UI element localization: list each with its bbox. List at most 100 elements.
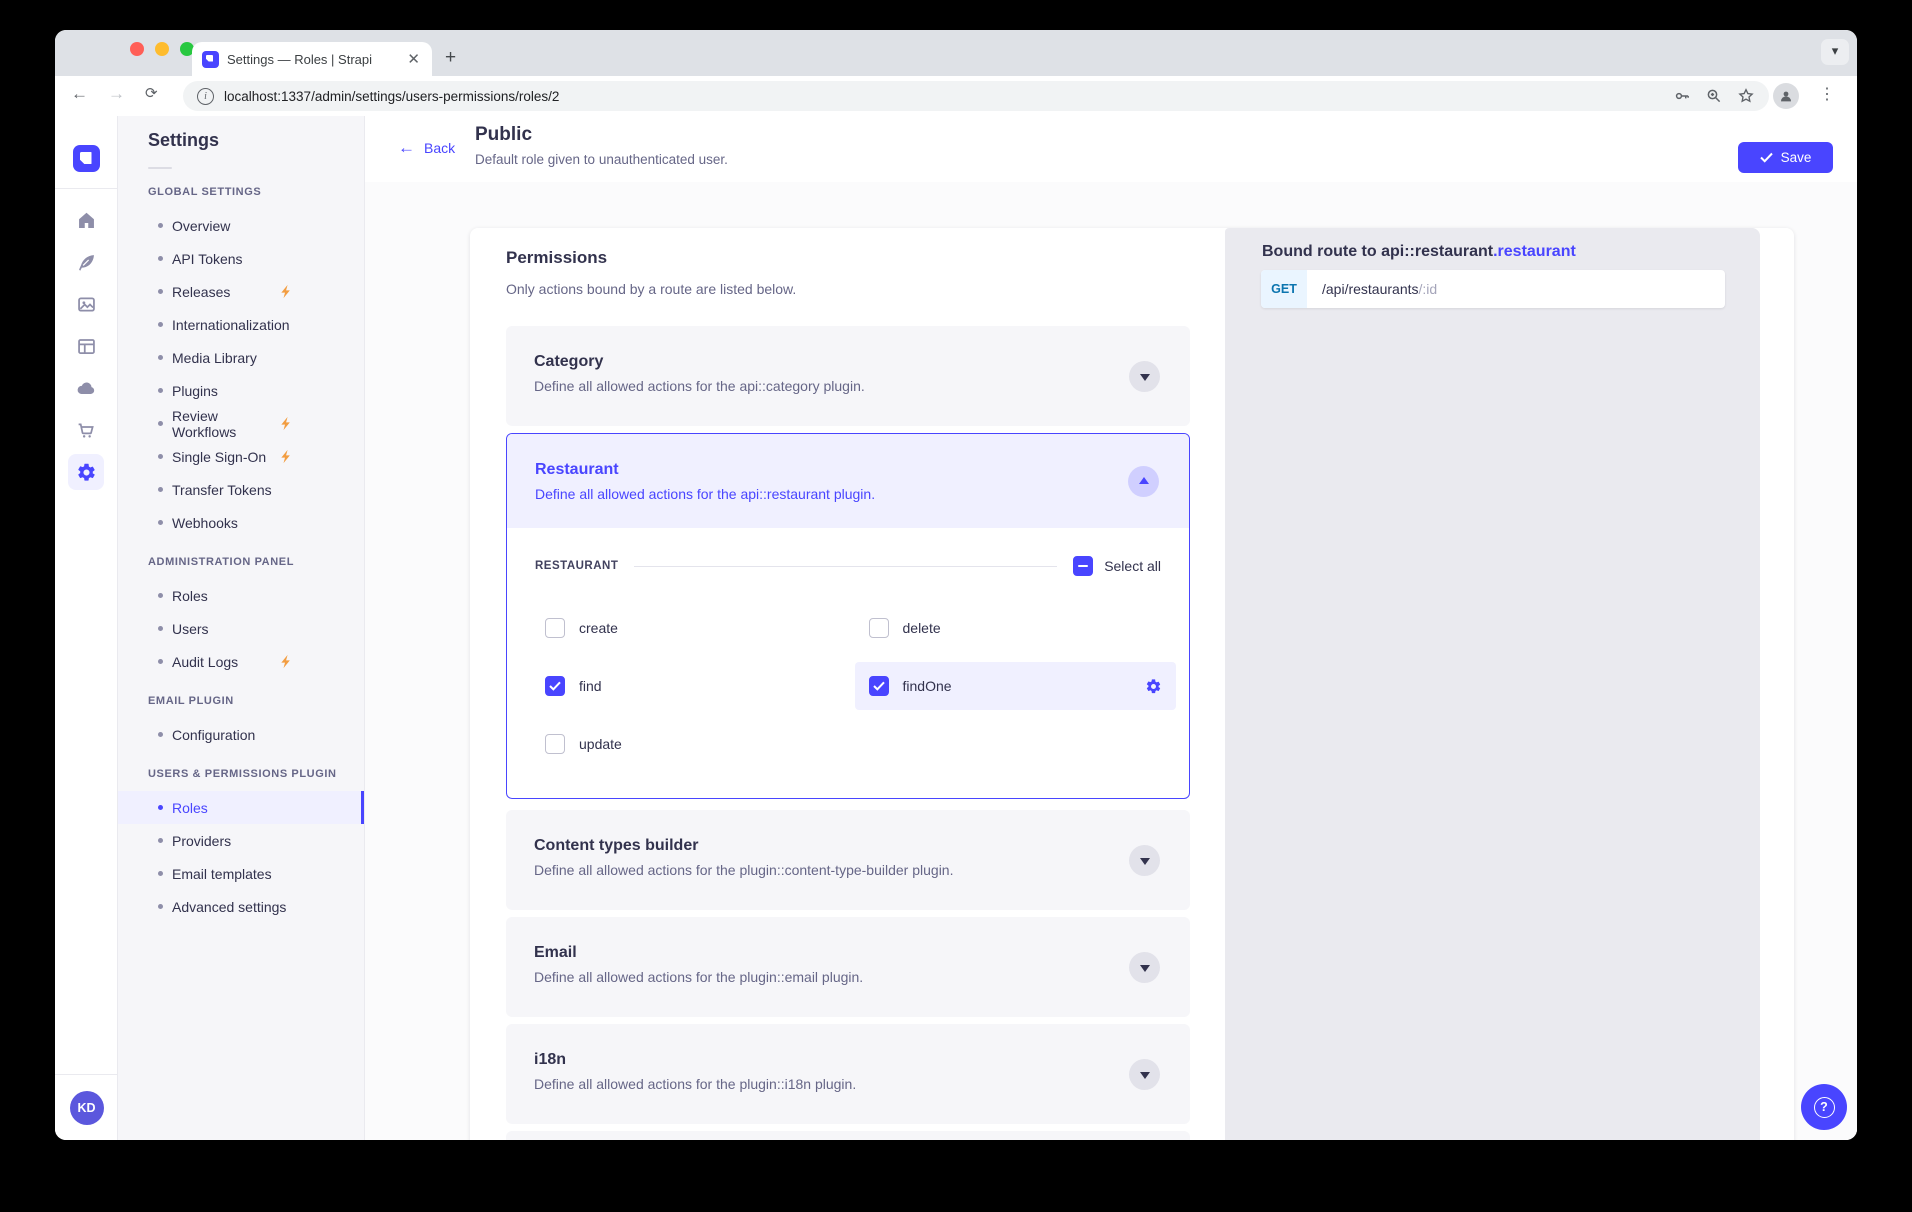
enterprise-bolt-icon (279, 284, 292, 299)
browser-menu-icon[interactable]: ⋮ (1819, 84, 1835, 104)
settings-gear-icon[interactable] (68, 454, 104, 490)
action-label: update (579, 736, 622, 752)
settings-heading: Settings (118, 126, 364, 154)
bullet-icon (158, 732, 163, 737)
sidebar-item-overview[interactable]: Overview (118, 209, 364, 242)
action-find[interactable]: find (531, 662, 853, 710)
sidebar-item-email-templates[interactable]: Email templates (118, 857, 364, 890)
browser-reload-button[interactable]: ⟳ (145, 84, 158, 102)
sidebar-item-single-sign-on[interactable]: Single Sign-On (118, 440, 364, 473)
sidebar-item-releases[interactable]: Releases (118, 275, 364, 308)
sidebar-item-plugins[interactable]: Plugins (118, 374, 364, 407)
marketplace-cart-icon[interactable] (68, 412, 104, 448)
sidebar-item-transfer-tokens[interactable]: Transfer Tokens (118, 473, 364, 506)
bullet-icon (158, 626, 163, 631)
sidebar-item-roles[interactable]: Roles (118, 579, 364, 612)
action-checkbox-findone[interactable] (869, 676, 889, 696)
home-icon[interactable] (68, 202, 104, 238)
screenshot-stage: Settings — Roles | Strapi ✕ + ▾ ← → ⟳ i … (0, 0, 1912, 1212)
action-delete[interactable]: delete (855, 604, 1177, 652)
content-manager-feather-icon[interactable] (68, 244, 104, 280)
strapi-favicon-icon (202, 51, 219, 68)
accordion-body: RESTAURANTSelect allcreatedeletefindfind… (507, 528, 1189, 798)
deploy-cloud-icon[interactable] (68, 370, 104, 406)
accordion-header[interactable]: RestaurantDefine all allowed actions for… (507, 434, 1189, 528)
action-settings-button[interactable] (1145, 678, 1162, 695)
expand-chevron-down-icon[interactable] (1129, 361, 1160, 392)
sidebar-item-internationalization[interactable]: Internationalization (118, 308, 364, 341)
accordion-category[interactable]: CategoryDefine all allowed actions for t… (506, 326, 1190, 426)
settings-heading-divider (148, 167, 172, 169)
action-findone[interactable]: findOne (855, 662, 1177, 710)
action-checkbox-create[interactable] (545, 618, 565, 638)
close-window-button[interactable] (130, 42, 144, 56)
sidebar-item-audit-logs[interactable]: Audit Logs (118, 645, 364, 678)
sidebar-item-label: Media Library (172, 350, 257, 366)
collapse-chevron-up-icon[interactable] (1128, 466, 1159, 497)
rail-bottom: KD (55, 1074, 118, 1140)
sidebar-item-review-workflows[interactable]: Review Workflows (118, 407, 364, 440)
actions-grid: createdeletefindfindOne update (531, 604, 1176, 768)
expand-chevron-down-icon[interactable] (1129, 1059, 1160, 1090)
save-button[interactable]: Save (1738, 142, 1833, 173)
question-mark-icon: ? (1814, 1097, 1835, 1118)
bookmark-star-icon[interactable] (1737, 87, 1755, 105)
sidebar-item-webhooks[interactable]: Webhooks (118, 506, 364, 539)
bullet-icon (158, 520, 163, 525)
sidebar-item-label: Providers (172, 833, 231, 849)
save-label: Save (1781, 150, 1812, 165)
browser-tab[interactable]: Settings — Roles | Strapi ✕ (192, 42, 432, 76)
tab-search-chevron-icon[interactable]: ▾ (1821, 39, 1849, 65)
accordion-description: Define all allowed actions for the plugi… (534, 969, 863, 985)
main-content: ← Back Public Default role given to unau… (365, 116, 1857, 1140)
accordion-title: Content types builder (534, 837, 698, 855)
action-checkbox-find[interactable] (545, 676, 565, 696)
address-bar[interactable]: i localhost:1337/admin/settings/users-pe… (183, 81, 1769, 111)
permissions-title: Permissions (506, 248, 1190, 268)
check-icon (549, 681, 561, 691)
zoom-page-icon[interactable] (1705, 87, 1723, 105)
sidebar-item-media-library[interactable]: Media Library (118, 341, 364, 374)
select-all[interactable]: Select all (1073, 556, 1161, 576)
action-update[interactable]: update (531, 720, 853, 768)
sidebar-item-label: Email templates (172, 866, 272, 882)
accordion-restaurant[interactable]: RestaurantDefine all allowed actions for… (506, 433, 1190, 799)
select-all-checkbox[interactable] (1073, 556, 1093, 576)
browser-back-button[interactable]: ← (71, 84, 88, 104)
sidebar-item-users[interactable]: Users (118, 612, 364, 645)
help-button[interactable]: ? (1801, 1084, 1847, 1130)
expand-chevron-down-icon[interactable] (1129, 845, 1160, 876)
sidebar-item-roles[interactable]: Roles (118, 791, 364, 824)
accordion-email[interactable]: EmailDefine all allowed actions for the … (506, 917, 1190, 1017)
url-text[interactable]: localhost:1337/admin/settings/users-perm… (224, 89, 1659, 104)
back-link[interactable]: ← Back (398, 138, 455, 158)
accordion-upload[interactable]: Upload (506, 1131, 1190, 1140)
action-create[interactable]: create (531, 604, 853, 652)
sidebar-item-advanced-settings[interactable]: Advanced settings (118, 890, 364, 923)
tab-close-icon[interactable]: ✕ (405, 50, 422, 68)
content-type-builder-layout-icon[interactable] (68, 328, 104, 364)
new-tab-button[interactable]: + (445, 46, 456, 70)
minimize-window-button[interactable] (155, 42, 169, 56)
user-avatar[interactable]: KD (70, 1091, 104, 1125)
bullet-icon (158, 593, 163, 598)
bound-route-panel: Bound route to api::restaurant.restauran… (1225, 228, 1760, 1140)
action-checkbox-delete[interactable] (869, 618, 889, 638)
browser-forward-button[interactable]: → (108, 84, 125, 104)
browser-profile-icon[interactable] (1773, 83, 1799, 109)
bullet-icon (158, 871, 163, 876)
accordion-i18n[interactable]: i18nDefine all allowed actions for the p… (506, 1024, 1190, 1124)
sidebar-item-configuration[interactable]: Configuration (118, 718, 364, 751)
sidebar-item-providers[interactable]: Providers (118, 824, 364, 857)
password-key-icon[interactable] (1673, 87, 1691, 105)
back-label: Back (424, 140, 455, 156)
site-info-icon[interactable]: i (197, 88, 214, 105)
media-library-icon[interactable] (68, 286, 104, 322)
expand-chevron-down-icon[interactable] (1129, 952, 1160, 983)
browser-window: Settings — Roles | Strapi ✕ + ▾ ← → ⟳ i … (55, 30, 1857, 1140)
strapi-logo-icon[interactable] (73, 145, 100, 172)
accordion-content-types-builder[interactable]: Content types builderDefine all allowed … (506, 810, 1190, 910)
action-checkbox-update[interactable] (545, 734, 565, 754)
group-divider (634, 566, 1057, 567)
sidebar-item-api-tokens[interactable]: API Tokens (118, 242, 364, 275)
